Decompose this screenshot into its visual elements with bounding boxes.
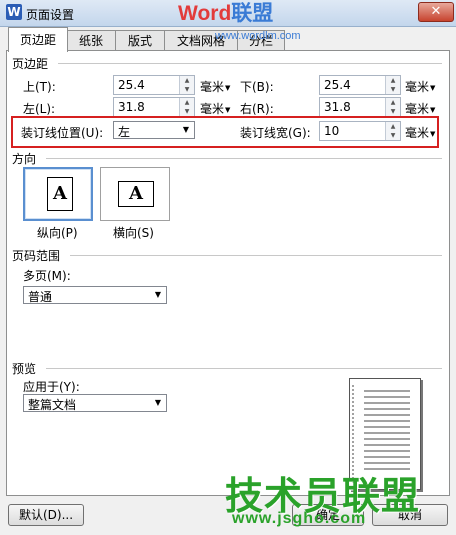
caret-down-icon: ▼ xyxy=(430,105,436,114)
apply-to-label: 应用于(Y): xyxy=(23,380,80,394)
wps-writer-icon: W xyxy=(6,4,22,20)
watermark-brand-cn: 联盟 xyxy=(231,2,274,25)
spin-down-icon[interactable]: ▼ xyxy=(180,107,194,116)
apply-to-value: 整篇文档 xyxy=(28,398,77,412)
default-button[interactable]: 默认(D)... xyxy=(8,504,84,526)
apply-to-select[interactable]: 整篇文档 ▼ xyxy=(23,394,167,412)
preview-section-title: 预览 xyxy=(12,362,37,376)
landscape-page-icon: A xyxy=(118,181,154,207)
gutter-position-value: 左 xyxy=(118,125,131,139)
caret-down-icon: ▼ xyxy=(225,105,231,114)
portrait-label: 纵向(P) xyxy=(37,226,78,240)
caret-down-icon: ▼ xyxy=(430,83,436,92)
orientation-section-title: 方向 xyxy=(12,152,37,166)
portrait-page-icon: A xyxy=(47,177,73,211)
spin-down-icon[interactable]: ▼ xyxy=(386,131,400,140)
bottom-margin-value: 25.4 xyxy=(324,78,351,92)
separator xyxy=(58,63,442,64)
top-margin-unit[interactable]: 毫米▼ xyxy=(200,78,230,95)
watermark-url: www.wordlm.com xyxy=(215,30,301,42)
bottom-margin-unit[interactable]: 毫米▼ xyxy=(405,78,435,95)
caret-down-icon: ▼ xyxy=(430,129,436,138)
top-margin-spinner[interactable]: 25.4 ▲ ▼ xyxy=(113,75,195,95)
close-button[interactable]: ✕ xyxy=(418,2,454,22)
watermark-jsgho-url: www.jsgho.com xyxy=(232,510,367,527)
portrait-option[interactable]: A xyxy=(23,167,93,221)
window-title: 页面设置 xyxy=(26,8,75,22)
gutter-width-unit[interactable]: 毫米▼ xyxy=(405,124,435,141)
dropdown-arrow-icon: ▼ xyxy=(154,290,161,299)
watermark-brand-word: Word xyxy=(178,2,232,25)
page-range-section-title: 页码范围 xyxy=(12,249,61,263)
landscape-label: 横向(S) xyxy=(113,226,154,240)
left-margin-value: 31.8 xyxy=(118,100,145,114)
tab-margins[interactable]: 页边距 xyxy=(8,27,68,52)
spin-down-icon[interactable]: ▼ xyxy=(386,85,400,94)
right-margin-label: 右(R): xyxy=(240,102,274,116)
multiple-pages-select[interactable]: 普通 ▼ xyxy=(23,286,167,304)
dropdown-arrow-icon: ▼ xyxy=(182,125,189,134)
right-margin-unit[interactable]: 毫米▼ xyxy=(405,100,435,117)
gutter-width-value: 10 xyxy=(324,124,340,138)
gutter-position-label: 装订线位置(U): xyxy=(21,126,104,140)
top-margin-value: 25.4 xyxy=(118,78,145,92)
spin-down-icon[interactable]: ▼ xyxy=(180,85,194,94)
title-bar: W 页面设置 Word联盟 ✕ xyxy=(0,0,456,27)
gutter-position-select[interactable]: 左 ▼ xyxy=(113,121,195,139)
separator xyxy=(46,158,442,159)
dropdown-arrow-icon: ▼ xyxy=(154,398,161,407)
gutter-width-label: 装订线宽(G): xyxy=(240,126,311,140)
landscape-option[interactable]: A xyxy=(100,167,170,221)
multiple-pages-value: 普通 xyxy=(28,290,53,304)
tab-layout[interactable]: 版式 xyxy=(115,30,165,51)
spin-down-icon[interactable]: ▼ xyxy=(386,107,400,116)
separator xyxy=(46,368,442,369)
tab-paper[interactable]: 纸张 xyxy=(66,30,116,51)
right-margin-spinner[interactable]: 31.8 ▲ ▼ xyxy=(319,97,401,117)
left-margin-unit[interactable]: 毫米▼ xyxy=(200,100,230,117)
watermark-brand: Word联盟 xyxy=(178,2,273,26)
multiple-pages-label: 多页(M): xyxy=(23,269,71,283)
right-margin-value: 31.8 xyxy=(324,100,351,114)
top-margin-label: 上(T): xyxy=(23,80,56,94)
caret-down-icon: ▼ xyxy=(225,83,231,92)
left-margin-label: 左(L): xyxy=(23,102,56,116)
separator xyxy=(70,255,442,256)
margins-section-title: 页边距 xyxy=(12,57,49,71)
gutter-width-spinner[interactable]: 10 ▲ ▼ xyxy=(319,121,401,141)
bottom-margin-spinner[interactable]: 25.4 ▲ ▼ xyxy=(319,75,401,95)
bottom-margin-label: 下(B): xyxy=(240,80,274,94)
left-margin-spinner[interactable]: 31.8 ▲ ▼ xyxy=(113,97,195,117)
